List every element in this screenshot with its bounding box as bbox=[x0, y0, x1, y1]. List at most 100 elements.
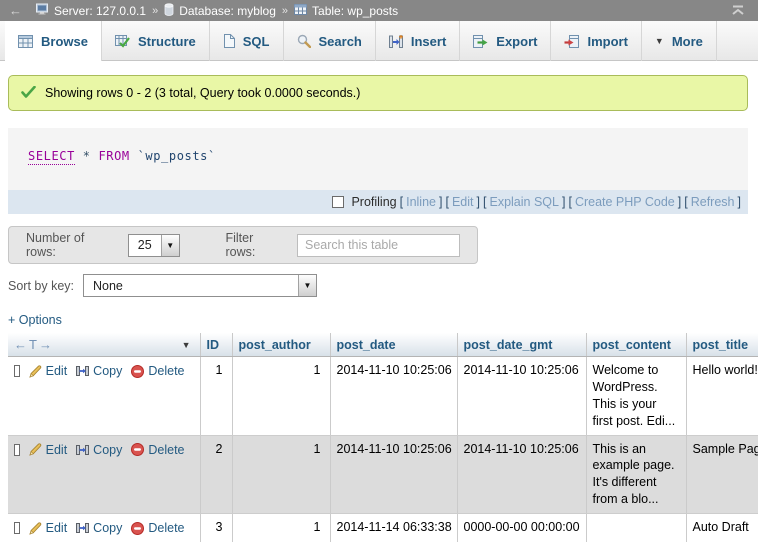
cell-post-title[interactable]: Auto Draft bbox=[686, 514, 758, 542]
copy-link[interactable]: Copy bbox=[93, 442, 122, 459]
copy-link[interactable]: Copy bbox=[93, 363, 122, 380]
profiling-checkbox[interactable] bbox=[332, 196, 344, 208]
results-table: ←T→ ▼ ID post_author post_date post_date… bbox=[8, 333, 758, 542]
row-checkbox[interactable] bbox=[14, 444, 20, 456]
column-reorder-icon[interactable]: ←T→ bbox=[14, 337, 54, 352]
bracket: ] bbox=[738, 195, 741, 209]
options-toggle[interactable]: + Options bbox=[8, 313, 62, 327]
success-check-icon bbox=[21, 86, 36, 101]
sort-by-key-select[interactable]: None ▼ bbox=[83, 274, 317, 297]
cell-post-date[interactable]: 2014-11-10 10:25:06 bbox=[330, 357, 457, 436]
cell-id[interactable]: 2 bbox=[200, 435, 232, 514]
delete-link[interactable]: Delete bbox=[148, 442, 184, 459]
cell-post-author[interactable]: 1 bbox=[232, 514, 330, 542]
edit-pencil-icon bbox=[29, 522, 42, 535]
select-arrow-icon: ▼ bbox=[298, 275, 316, 296]
tab-bar: Browse Structure SQL Search Insert Expor… bbox=[0, 21, 758, 61]
edit-query-link[interactable]: Edit bbox=[452, 195, 474, 209]
edit-link[interactable]: Edit bbox=[46, 442, 68, 459]
structure-icon bbox=[115, 35, 130, 48]
tab-import[interactable]: Import bbox=[551, 21, 641, 61]
sql-query-box: SELECT * FROM `wp_posts` Profiling [ Inl… bbox=[8, 128, 748, 214]
cell-id[interactable]: 1 bbox=[200, 357, 232, 436]
row-checkbox[interactable] bbox=[14, 365, 20, 377]
tab-browse[interactable]: Browse bbox=[5, 21, 102, 61]
explain-sql-link[interactable]: Explain SQL bbox=[489, 195, 558, 209]
back-arrow-icon[interactable]: ← bbox=[9, 4, 22, 17]
breadcrumb-database[interactable]: Database: myblog bbox=[164, 3, 276, 19]
cell-post-title[interactable]: Sample Page bbox=[686, 435, 758, 514]
delete-link[interactable]: Delete bbox=[148, 520, 184, 537]
header-id[interactable]: ID bbox=[200, 333, 232, 357]
sql-keyword-from: FROM bbox=[98, 149, 129, 163]
table-row: Edit Copy Delete 3 1 2014-11-14 06:33:38… bbox=[8, 514, 758, 542]
breadcrumb-server[interactable]: Server: 127.0.0.1 bbox=[35, 3, 146, 18]
tab-insert-label: Insert bbox=[411, 34, 446, 49]
tab-sql[interactable]: SQL bbox=[210, 21, 284, 61]
edit-link[interactable]: Edit bbox=[46, 363, 68, 380]
tab-more-label: More bbox=[672, 34, 703, 49]
cell-post-author[interactable]: 1 bbox=[232, 357, 330, 436]
header-post-title[interactable]: post_title bbox=[686, 333, 758, 357]
tab-search[interactable]: Search bbox=[284, 21, 376, 61]
tab-structure[interactable]: Structure bbox=[102, 21, 210, 61]
breadcrumb-separator: » bbox=[152, 5, 158, 17]
refresh-link[interactable]: Refresh bbox=[691, 195, 735, 209]
inline-link[interactable]: Inline bbox=[406, 195, 436, 209]
header-post-date-gmt[interactable]: post_date_gmt bbox=[457, 333, 586, 357]
cell-post-date-gmt[interactable]: 2014-11-10 10:25:06 bbox=[457, 357, 586, 436]
cell-id[interactable]: 3 bbox=[200, 514, 232, 542]
edit-link[interactable]: Edit bbox=[46, 520, 68, 537]
breadcrumb-table[interactable]: Table: wp_posts bbox=[294, 4, 398, 18]
cell-post-content[interactable]: This is an example page. It's different … bbox=[586, 435, 686, 514]
cell-post-date[interactable]: 2014-11-10 10:25:06 bbox=[330, 435, 457, 514]
bracket: ] bbox=[477, 195, 480, 209]
filter-rows-input[interactable] bbox=[297, 234, 460, 257]
cell-post-title[interactable]: Hello world! bbox=[686, 357, 758, 436]
header-actions: ←T→ ▼ bbox=[8, 333, 200, 357]
rows-filter-bar: Number of rows: 25 ▼ Filter rows: bbox=[8, 226, 478, 264]
sql-toolbar: Profiling [ Inline ] [ Edit ] [ Explain … bbox=[8, 190, 748, 214]
delete-link[interactable]: Delete bbox=[148, 363, 184, 380]
cell-post-content[interactable] bbox=[586, 514, 686, 542]
cell-post-date[interactable]: 2014-11-14 06:33:38 bbox=[330, 514, 457, 542]
sort-by-key-value: None bbox=[84, 275, 298, 296]
tab-search-label: Search bbox=[319, 34, 362, 49]
breadcrumb-server-label: Server: 127.0.0.1 bbox=[54, 4, 146, 18]
with-selected-dropdown-icon[interactable]: ▼ bbox=[182, 340, 191, 350]
tab-export[interactable]: Export bbox=[460, 21, 551, 61]
row-checkbox[interactable] bbox=[14, 522, 20, 534]
tab-export-label: Export bbox=[496, 34, 537, 49]
cell-post-content[interactable]: Welcome to WordPress. This is your first… bbox=[586, 357, 686, 436]
table-header-row: ←T→ ▼ ID post_author post_date post_date… bbox=[8, 333, 758, 357]
header-post-author[interactable]: post_author bbox=[232, 333, 330, 357]
sql-icon bbox=[223, 34, 235, 48]
cell-post-date-gmt[interactable]: 2014-11-10 10:25:06 bbox=[457, 435, 586, 514]
select-arrow-icon: ▼ bbox=[161, 235, 179, 256]
sort-by-key-label: Sort by key: bbox=[8, 279, 74, 293]
create-php-code-link[interactable]: Create PHP Code bbox=[575, 195, 675, 209]
collapse-panel-icon[interactable] bbox=[731, 5, 745, 16]
bracket: ] bbox=[678, 195, 681, 209]
chevron-down-icon: ▼ bbox=[655, 36, 664, 46]
breadcrumb-table-label: Table: wp_posts bbox=[312, 4, 398, 18]
delete-icon bbox=[131, 522, 144, 535]
number-of-rows-value: 25 bbox=[129, 235, 161, 256]
tab-import-label: Import bbox=[587, 34, 627, 49]
tab-insert[interactable]: Insert bbox=[376, 21, 460, 61]
edit-pencil-icon bbox=[29, 365, 42, 378]
sql-keyword-select[interactable]: SELECT bbox=[28, 149, 75, 165]
delete-icon bbox=[131, 443, 144, 456]
status-message: Showing rows 0 - 2 (3 total, Query took … bbox=[8, 75, 748, 111]
copy-link[interactable]: Copy bbox=[93, 520, 122, 537]
tab-sql-label: SQL bbox=[243, 34, 270, 49]
header-post-date[interactable]: post_date bbox=[330, 333, 457, 357]
cell-post-date-gmt[interactable]: 0000-00-00 00:00:00 bbox=[457, 514, 586, 542]
cell-post-author[interactable]: 1 bbox=[232, 435, 330, 514]
bracket: [ bbox=[684, 195, 687, 209]
number-of-rows-select[interactable]: 25 ▼ bbox=[128, 234, 180, 257]
sort-row: Sort by key: None ▼ bbox=[8, 274, 317, 297]
tab-more[interactable]: ▼ More bbox=[642, 21, 717, 61]
import-icon bbox=[564, 35, 579, 48]
header-post-content[interactable]: post_content bbox=[586, 333, 686, 357]
